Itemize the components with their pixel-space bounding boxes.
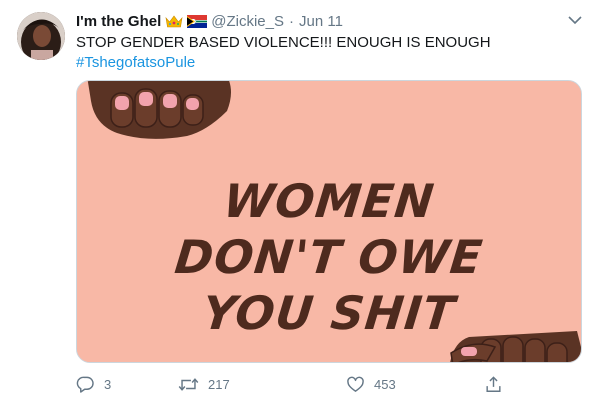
share-icon xyxy=(486,375,501,392)
retweet-icon xyxy=(178,377,199,391)
like-button[interactable]: 453 xyxy=(346,375,396,394)
like-count: 453 xyxy=(374,376,396,392)
crown-emoji-icon xyxy=(165,14,183,28)
display-name[interactable]: I'm the Ghel xyxy=(76,13,161,30)
reply-button[interactable]: 3 xyxy=(76,375,111,394)
tweet-header: I'm the Ghel @Zickie_S · Jun 11 xyxy=(76,10,585,32)
south-africa-flag-icon xyxy=(187,14,208,28)
avatar[interactable] xyxy=(17,12,65,60)
chevron-down-icon[interactable] xyxy=(567,12,583,28)
share-button[interactable] xyxy=(484,375,503,394)
separator-dot: · xyxy=(289,12,294,30)
tweet-date[interactable]: Jun 11 xyxy=(299,13,343,30)
tweet-body: STOP GENDER BASED VIOLENCE!!! ENOUGH IS … xyxy=(76,34,491,51)
heart-icon xyxy=(347,376,364,392)
poster-artwork xyxy=(77,81,581,362)
tweet-text: STOP GENDER BASED VIOLENCE!!! ENOUGH IS … xyxy=(76,33,581,73)
user-handle[interactable]: @Zickie_S xyxy=(211,13,284,30)
tweet[interactable]: I'm the Ghel @Zickie_S · Jun 11 STOP GEN… xyxy=(0,0,605,410)
retweet-count: 217 xyxy=(208,376,230,392)
reply-icon xyxy=(76,376,94,393)
tweet-image[interactable]: WOMEN DON'T OWE YOU SHIT xyxy=(76,80,582,363)
reply-count: 3 xyxy=(104,376,112,392)
action-bar: 3 217 453 xyxy=(76,372,581,396)
retweet-button[interactable]: 217 xyxy=(178,375,230,394)
hashtag-link[interactable]: #TshegofatsoPule xyxy=(76,53,581,73)
